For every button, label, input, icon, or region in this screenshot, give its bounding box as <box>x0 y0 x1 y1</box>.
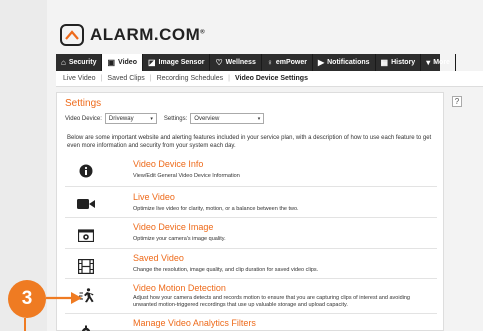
subnav-live-video[interactable]: Live Video <box>63 75 96 82</box>
nav-video[interactable]: ▣ Video <box>102 54 143 71</box>
row-title[interactable]: Video Device Info <box>133 159 203 169</box>
brand-logo[interactable]: ALARM.COM® <box>60 24 205 46</box>
row-title[interactable]: Live Video <box>133 192 175 202</box>
nav-wellness[interactable]: ♡ Wellness <box>210 54 262 71</box>
row-description: Optimize your camera's image quality. <box>133 236 226 242</box>
settings-label: Settings: <box>163 115 188 122</box>
row-divider <box>65 313 437 314</box>
nav-more[interactable]: ▾ More <box>421 54 456 71</box>
subnav-separator: | <box>100 75 103 82</box>
row-divider <box>65 217 437 218</box>
heart-icon: ♡ <box>215 58 223 67</box>
step-callout-badge: 3 <box>8 280 46 318</box>
row-description: View/Edit General Video Device Informati… <box>133 173 240 179</box>
gear-icon <box>71 321 101 331</box>
intro-text: Below are some important website and ale… <box>67 135 432 149</box>
video-camera-icon <box>71 193 101 215</box>
subnav-saved-clips[interactable]: Saved Clips <box>107 75 144 82</box>
nav-history[interactable]: ▦ History <box>376 54 422 71</box>
info-icon <box>71 160 101 182</box>
row-divider <box>65 248 437 249</box>
nav-image-sensor[interactable]: ◪ Image Sensor <box>143 54 211 71</box>
subnav-video-device-settings[interactable]: Video Device Settings <box>235 75 308 82</box>
chevron-down-icon: ▾ <box>426 58 431 67</box>
row-title[interactable]: Video Device Image <box>133 222 213 232</box>
row-title[interactable]: Video Motion Detection <box>133 283 226 293</box>
settings-controls: Video Device: Driveway ▾ Settings: Overvi… <box>65 113 271 124</box>
chat-icon: ▶ <box>317 58 325 67</box>
row-title[interactable]: Manage Video Analytics Filters <box>133 318 256 328</box>
brand-name: ALARM.COM® <box>90 25 206 44</box>
home-icon: ⌂ <box>61 58 66 67</box>
help-button[interactable]: ? <box>452 96 462 107</box>
video-device-label: Video Device: <box>65 115 102 122</box>
settings-panel: Settings Video Device: Driveway ▾ Setting… <box>56 92 444 331</box>
chevron-down-icon: ▾ <box>257 115 261 122</box>
calendar-icon: ▦ <box>380 58 389 67</box>
row-description: Adjust how your camera detects and recor… <box>133 295 410 308</box>
video-device-select[interactable]: Driveway ▾ <box>104 113 157 124</box>
callout-arrow-icon <box>46 291 82 305</box>
camera-icon <box>71 224 101 246</box>
row-description: Optimize live video for clarity, motion,… <box>133 206 299 212</box>
panel-title: Settings <box>65 98 102 109</box>
nav-security[interactable]: ⌂ Security <box>56 54 103 71</box>
nav-empower[interactable]: ♀ emPower <box>262 54 313 71</box>
subnav-separator: | <box>149 75 152 82</box>
settings-select[interactable]: Overview ▾ <box>190 113 265 124</box>
nav-notifications[interactable]: ▶ Notifications <box>313 54 376 71</box>
chevron-down-icon: ▾ <box>150 115 153 122</box>
row-divider <box>65 186 437 187</box>
subnav-recording-schedules[interactable]: Recording Schedules <box>157 75 224 82</box>
subnav-separator: | <box>228 75 230 82</box>
video-icon: ▣ <box>107 58 116 67</box>
logo-chevron-icon <box>60 24 84 46</box>
row-description: Change the resolution, image quality, an… <box>133 267 319 273</box>
row-title[interactable]: Saved Video <box>133 253 184 263</box>
bulb-icon: ♀ <box>266 58 273 67</box>
callout-line <box>24 318 26 331</box>
main-nav: ⌂ Security ▣ Video ◪ Image Sensor ♡ Wellness… <box>56 54 456 71</box>
sub-nav: Live Video | Saved Clips | Recording Sch… <box>56 71 483 87</box>
row-divider <box>65 278 437 279</box>
image-icon: ◪ <box>147 58 156 67</box>
film-icon <box>71 255 101 277</box>
